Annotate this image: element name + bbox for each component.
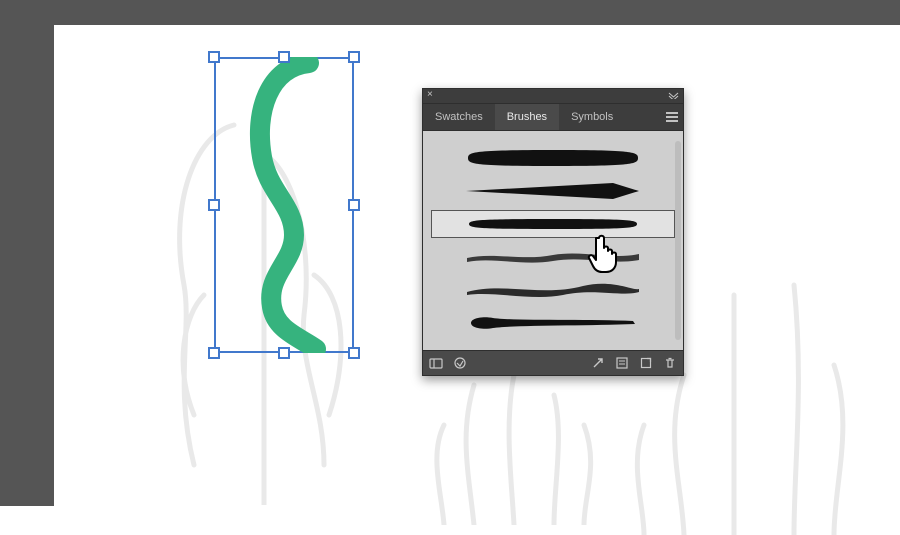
delete-brush-icon[interactable]	[663, 356, 677, 370]
brush-list-scrollbar[interactable]	[675, 141, 681, 340]
tab-swatches[interactable]: Swatches	[423, 104, 495, 130]
library-menu-icon[interactable]	[453, 356, 467, 370]
resize-handle-sw[interactable]	[208, 347, 220, 359]
resize-handle-s[interactable]	[278, 347, 290, 359]
cactus-outline-center	[404, 365, 624, 525]
panel-titlebar[interactable]: ×	[423, 89, 683, 104]
brush-preset-6[interactable]	[431, 309, 675, 337]
tab-brushes[interactable]: Brushes	[495, 104, 559, 130]
brush-libraries-icon[interactable]	[429, 356, 443, 370]
tab-symbols[interactable]: Symbols	[559, 104, 625, 130]
new-brush-icon[interactable]	[639, 356, 653, 370]
brushes-panel[interactable]: × Swatches Brushes Symbols	[422, 88, 684, 376]
brush-preset-4[interactable]	[431, 243, 675, 271]
panel-menu-icon[interactable]	[661, 104, 683, 130]
brush-preset-3[interactable]	[431, 210, 675, 238]
brush-preset-2[interactable]	[431, 177, 675, 205]
close-icon[interactable]: ×	[427, 90, 433, 100]
selection-bounding-box[interactable]	[214, 57, 354, 353]
resize-handle-ne[interactable]	[348, 51, 360, 63]
resize-handle-e[interactable]	[348, 199, 360, 211]
resize-handle-se[interactable]	[348, 347, 360, 359]
resize-handle-n[interactable]	[278, 51, 290, 63]
panel-tabs: Swatches Brushes Symbols	[423, 104, 683, 131]
resize-handle-w[interactable]	[208, 199, 220, 211]
brush-preset-1[interactable]	[431, 144, 675, 172]
app-frame: × Swatches Brushes Symbols	[0, 0, 900, 506]
resize-handle-nw[interactable]	[208, 51, 220, 63]
panel-footer	[423, 350, 683, 375]
collapse-icon[interactable]	[668, 92, 679, 99]
brush-options-icon[interactable]	[615, 356, 629, 370]
brush-list	[423, 131, 683, 350]
brush-preset-5[interactable]	[431, 276, 675, 304]
remove-stroke-icon[interactable]	[591, 356, 605, 370]
